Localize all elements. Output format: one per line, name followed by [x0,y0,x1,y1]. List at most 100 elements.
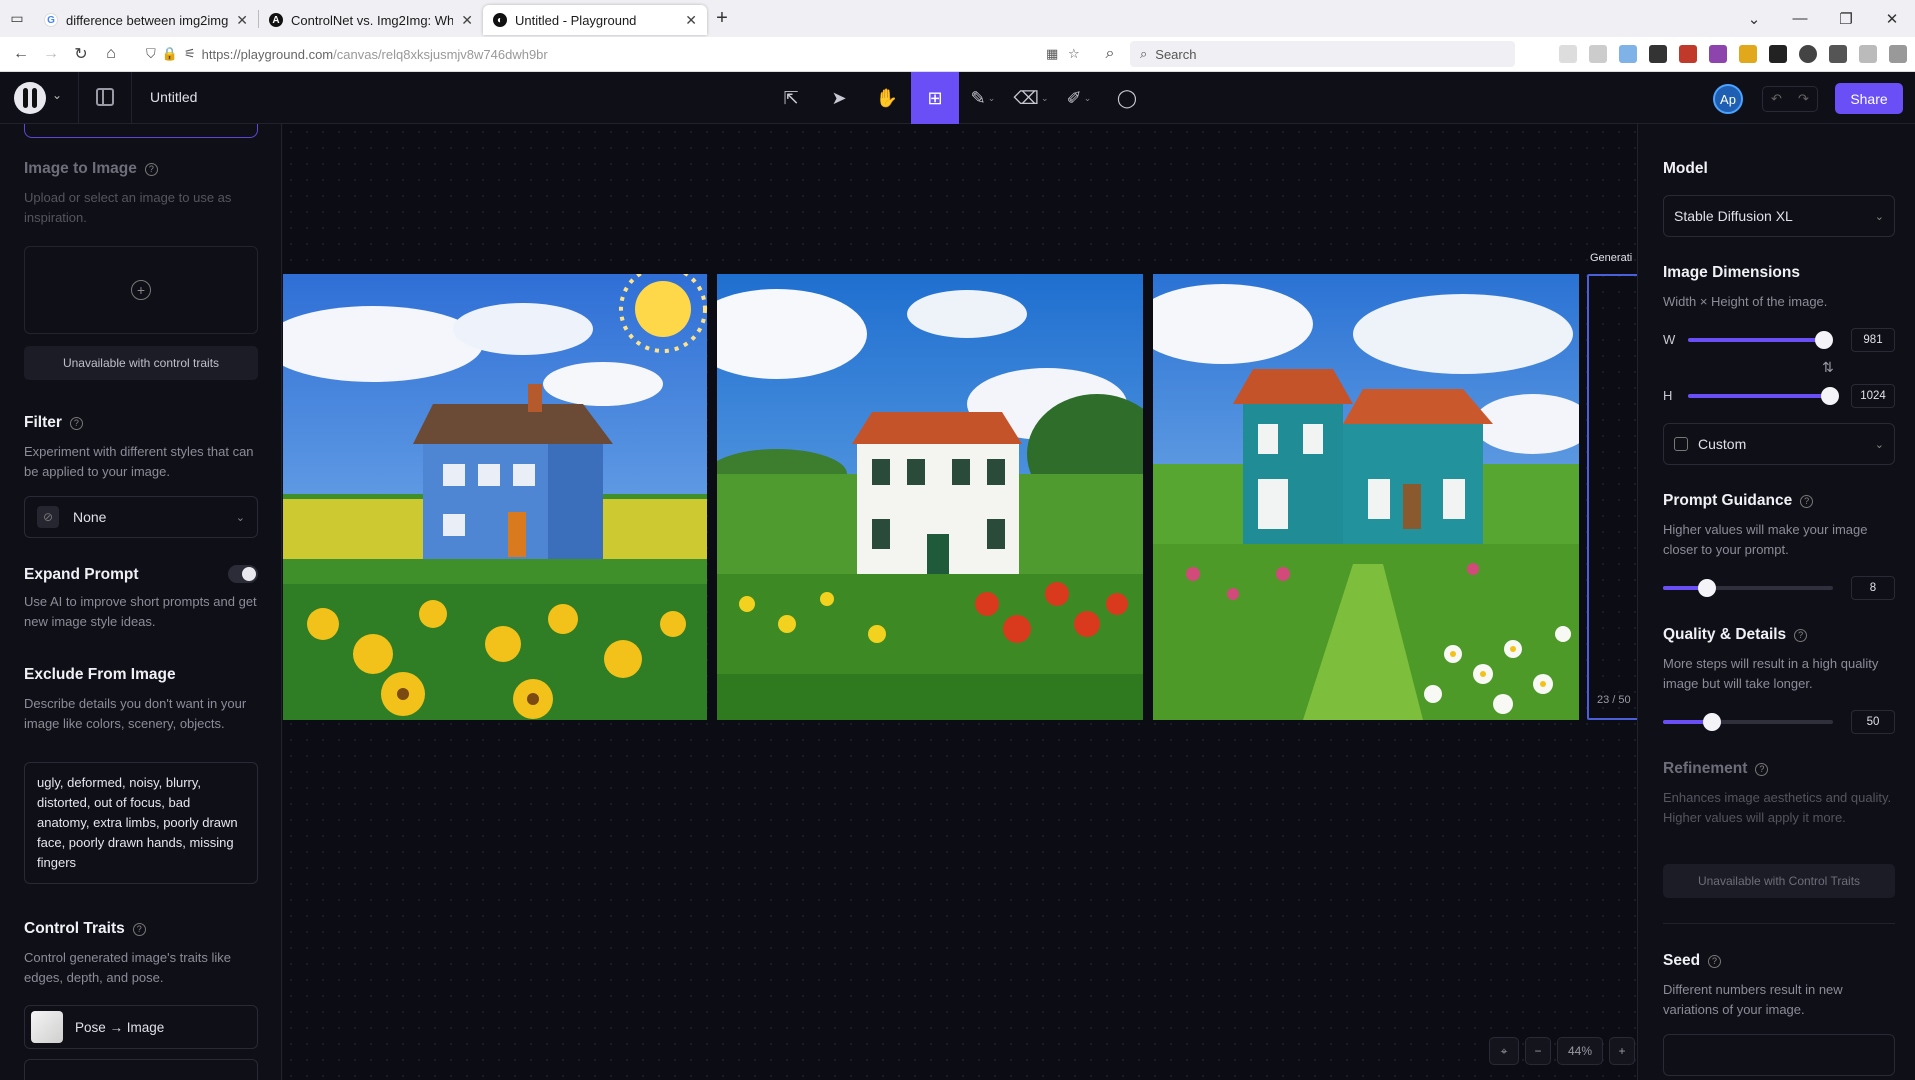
generated-image-2[interactable] [717,274,1143,720]
zoom-level[interactable]: 44% [1557,1037,1603,1065]
document-title[interactable]: Untitled [150,89,197,105]
canvas-toolbar: ⇱ ➤ ✋ ⊞ ✎ ⌄ ⌫ ⌄ ✐ ⌄ ◯ [767,72,1151,124]
fit-view-icon[interactable]: ⌖ [1489,1037,1519,1065]
refinement-unavailable-button[interactable]: Unavailable with Control Traits [1663,864,1895,898]
close-tab-icon[interactable]: ✕ [685,12,697,29]
minimize-icon[interactable]: — [1777,10,1823,27]
avatar[interactable]: Ap [1713,84,1743,114]
prompt-guidance-slider[interactable] [1663,579,1833,597]
zoom-out-button[interactable]: − [1525,1037,1551,1065]
help-icon[interactable]: ? [1800,494,1814,508]
close-tab-icon[interactable]: ✕ [236,12,248,29]
select-pointer-icon[interactable]: ➤ [815,72,863,124]
comment-icon[interactable]: ◯ [1103,72,1151,124]
seed-input[interactable] [1663,1034,1895,1076]
model-title: Model [1663,160,1708,177]
close-window-icon[interactable]: ✕ [1869,10,1915,28]
browser-search-input[interactable]: ⌕ Search [1130,41,1515,67]
hand-pan-icon[interactable]: ✋ [863,72,911,124]
help-icon[interactable]: ? [1708,954,1722,968]
zoom-controls: ⌖ − 44% + [1489,1037,1635,1065]
tab-overflow-icon[interactable]: ⌄ [1731,10,1777,28]
redo-icon[interactable]: ↷ [1790,87,1817,111]
prompt-guidance-value[interactable]: 8 [1851,576,1895,600]
brush-icon[interactable]: ✎ ⌄ [959,72,1007,124]
eraser-icon[interactable]: ⌫ ⌄ [1007,72,1055,124]
browser-tab-1[interactable]: G difference between img2img ar ✕ [34,5,258,35]
generated-image-3[interactable] [1153,274,1579,720]
restore-icon[interactable]: ❐ [1823,10,1869,28]
width-slider[interactable] [1688,331,1834,349]
pocket-icon[interactable] [1559,45,1577,63]
generated-image-1[interactable] [283,274,707,720]
slider-handle[interactable] [1698,579,1717,597]
expand-prompt-title: Expand Prompt [24,566,139,583]
extension-dark-icon[interactable] [1769,45,1787,63]
browser-tab-2[interactable]: A ControlNet vs. Img2Img: Which ✕ [259,5,483,35]
model-select[interactable]: Stable Diffusion XL ⌄ [1663,195,1895,237]
menu-icon[interactable] [1889,45,1907,63]
quality-details-value[interactable]: 50 [1851,710,1895,734]
help-icon[interactable]: ? [1755,762,1769,776]
height-slider[interactable] [1688,387,1839,405]
filter-select[interactable]: ⊘ None ⌄ [24,496,258,538]
browser-tab-3[interactable]: ◐ Untitled - Playground ✕ [483,5,707,35]
dimension-preset-select[interactable]: Custom ⌄ [1663,423,1895,465]
playground-icon: ◐ [493,13,507,27]
expand-prompt-toggle[interactable] [228,565,258,583]
slider-fill [1688,338,1825,342]
expand-prompt-desc: Use AI to improve short prompts and get … [24,594,257,629]
url-bar[interactable]: ⛉ 🔒 ⚟ https://playground.com/canvas/relq… [146,41,1080,67]
generation-frame-label[interactable]: Generati [1590,252,1632,264]
extension-cloud-icon[interactable] [1619,45,1637,63]
pencil-icon[interactable]: ✐ ⌄ [1055,72,1103,124]
home-icon[interactable]: ⌂ [96,45,126,63]
back-icon[interactable]: ← [6,45,36,63]
section-title-text: Image to Image [24,160,137,177]
generation-frame[interactable] [1587,274,1637,720]
generate-frame-icon[interactable]: ⊞ [911,72,959,124]
chevron-down-icon[interactable]: ⌄ [52,88,62,102]
extension-red-icon[interactable] [1679,45,1697,63]
width-value[interactable]: 981 [1851,328,1895,352]
help-icon[interactable]: ? [144,162,158,176]
extension-triangle-icon[interactable] [1829,45,1847,63]
bookmark-star-icon[interactable]: ☆ [1068,46,1080,62]
extension-keyboard-icon[interactable] [1649,45,1667,63]
extension-a-icon[interactable] [1799,45,1817,63]
zoom-in-button[interactable]: + [1609,1037,1635,1065]
canvas-area[interactable]: Generati 23 / 50 ⌖ − 44% + [283,124,1637,1080]
add-control-trait-button[interactable] [24,1059,258,1080]
permissions-icon: ⚟ [183,46,196,61]
export-icon[interactable]: ⇱ [767,72,815,124]
extension-purple-icon[interactable] [1709,45,1727,63]
sidebar-toggle-icon[interactable] [96,88,114,106]
quality-details-slider[interactable] [1663,713,1833,731]
share-button[interactable]: Share [1835,83,1903,114]
tab-list-icon[interactable]: ▭ [0,0,34,37]
slider-handle[interactable] [1815,331,1834,349]
height-value[interactable]: 1024 [1851,384,1895,408]
zoom-search-icon[interactable]: ⌕ [1095,45,1125,63]
image-upload-dropzone[interactable]: + [24,246,258,334]
new-tab-icon[interactable]: + [707,7,737,30]
control-trait-item[interactable]: Pose → Image [24,1005,258,1049]
negative-prompt-textarea[interactable]: ugly, deformed, noisy, blurry, distorted… [24,762,258,884]
playground-logo-icon[interactable] [14,82,46,114]
help-icon[interactable]: ? [69,416,83,430]
undo-icon[interactable]: ↶ [1763,87,1790,111]
swap-dimensions-icon[interactable]: ⇅ [1822,359,1834,376]
slider-handle[interactable] [1821,387,1839,405]
extensions-puzzle-icon[interactable] [1859,45,1877,63]
help-icon[interactable]: ? [132,922,146,936]
help-icon[interactable]: ? [1794,628,1808,642]
prompt-box-edge[interactable] [24,124,258,138]
slider-handle[interactable] [1703,713,1722,731]
close-tab-icon[interactable]: ✕ [461,12,473,29]
forward-icon[interactable]: → [36,45,66,63]
save-icon[interactable] [1589,45,1607,63]
extension-yellow-icon[interactable] [1739,45,1757,63]
preset-checkbox[interactable] [1674,437,1688,451]
reload-icon[interactable]: ↻ [66,44,96,64]
img2img-unavailable-button[interactable]: Unavailable with control traits [24,346,258,380]
